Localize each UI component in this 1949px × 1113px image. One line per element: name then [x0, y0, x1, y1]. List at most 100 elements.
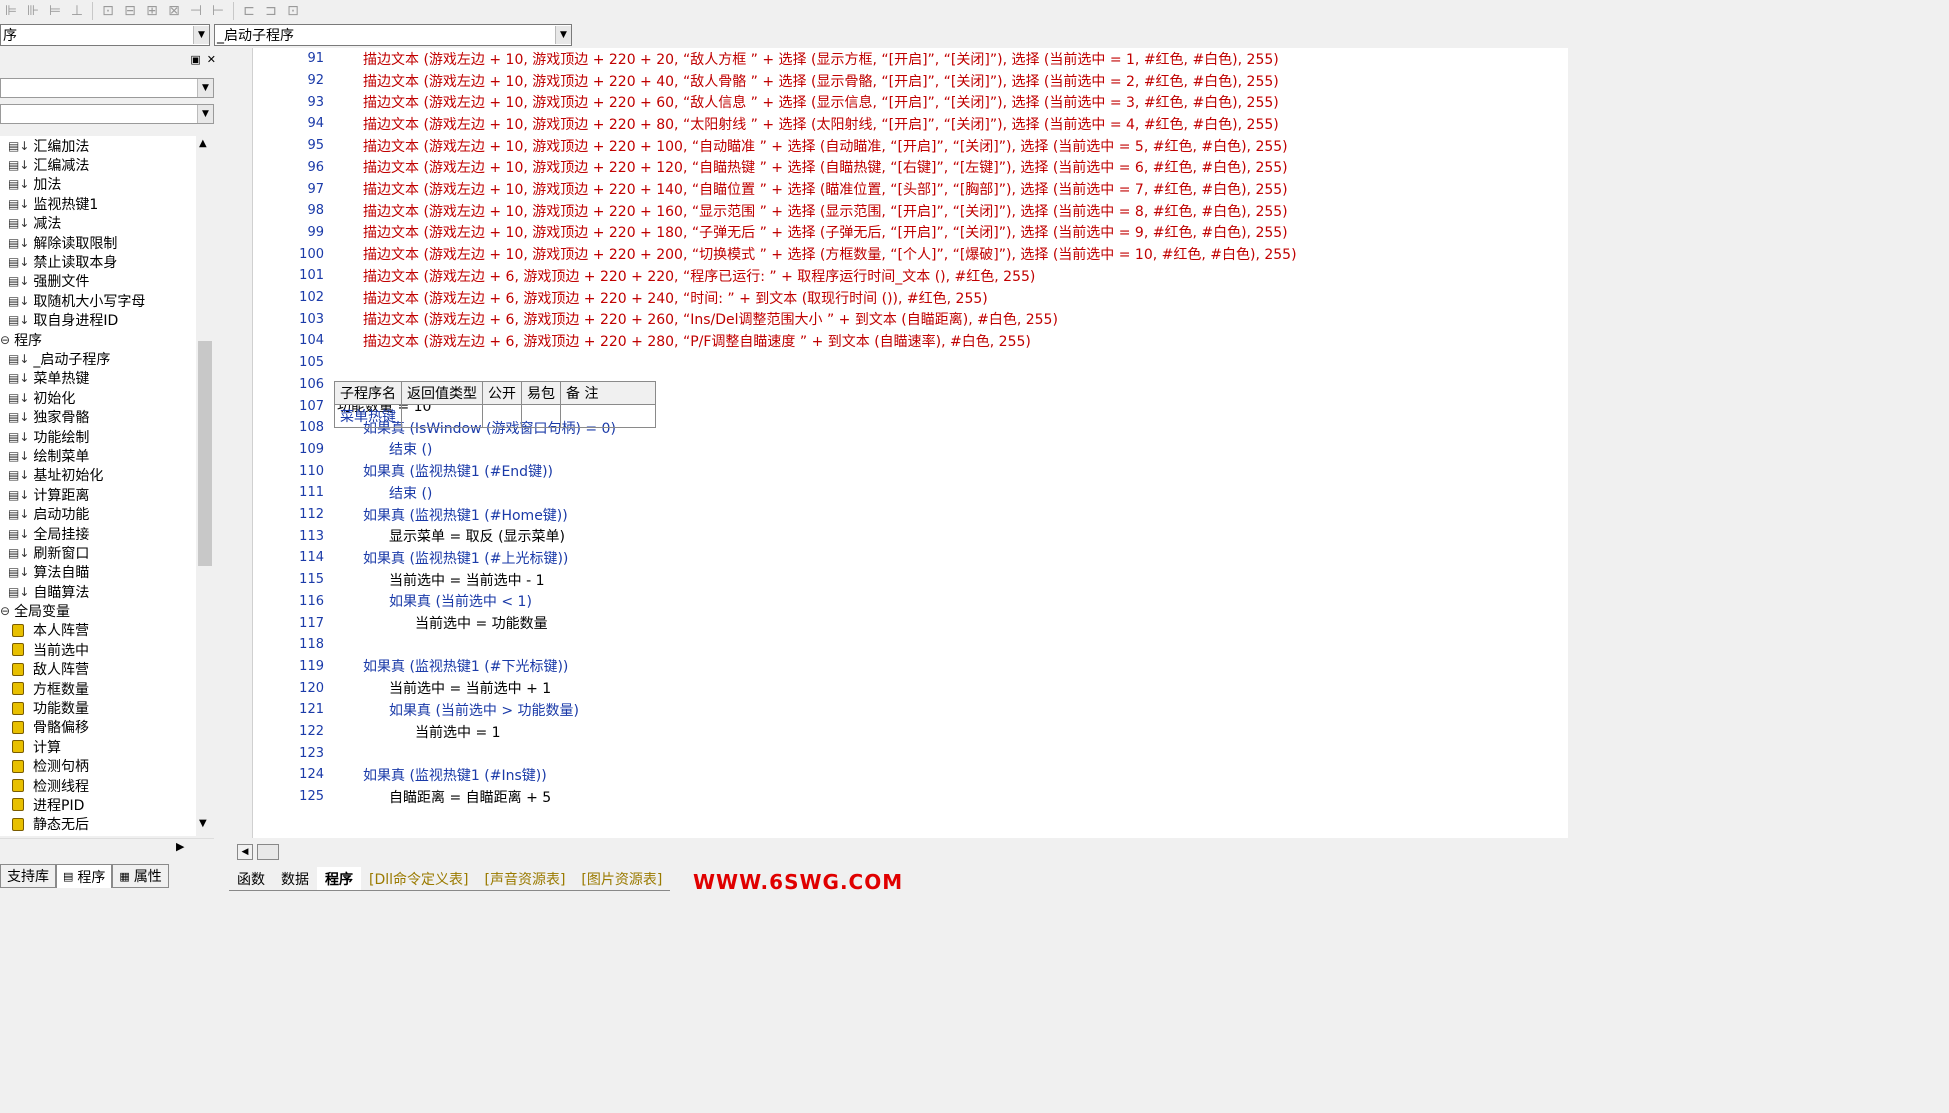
- collapse-icon[interactable]: ⊖: [0, 333, 10, 347]
- tree-item[interactable]: 检测线程: [0, 776, 196, 795]
- chevron-down-icon[interactable]: ▼: [197, 79, 213, 97]
- tree-item[interactable]: ⊖ 程序: [0, 330, 196, 349]
- code-line[interactable]: 100 描边文本 (游戏左边 + 10, 游戏顶边 + 220 + 200, “切…: [253, 243, 1568, 265]
- return-type-cell[interactable]: [401, 404, 483, 428]
- tree-item[interactable]: ▤↓ 启动功能: [0, 504, 196, 523]
- code-line[interactable]: 93 描边文本 (游戏左边 + 10, 游戏顶边 + 220 + 60, “敌人信…: [253, 91, 1568, 113]
- code-line[interactable]: 94 描边文本 (游戏左边 + 10, 游戏顶边 + 220 + 80, “太阳射…: [253, 113, 1568, 135]
- tree-item[interactable]: ▤↓ 解除读取限制: [0, 233, 196, 252]
- tree-item[interactable]: ▤↓ 强删文件: [0, 272, 196, 291]
- chevron-left-icon[interactable]: ◀: [237, 844, 253, 860]
- subroutine-combo[interactable]: _启动子程序 ▼: [214, 24, 572, 46]
- tab-sound-table[interactable]: [声音资源表]: [476, 867, 574, 891]
- align-center-icon[interactable]: ⊪: [22, 1, 44, 21]
- code-line[interactable]: 125 自瞄距离 = 自瞄距离 + 5: [253, 786, 1568, 808]
- tab-program[interactable]: ▤ 程序: [56, 864, 113, 888]
- tree-item[interactable]: ▤↓ 绘制菜单: [0, 446, 196, 465]
- close-icon[interactable]: ✕: [207, 53, 216, 66]
- editor-horizontal-scrollbar[interactable]: ◀: [229, 842, 1568, 862]
- chevron-down-icon[interactable]: ▼: [199, 818, 207, 829]
- public-cell[interactable]: [482, 404, 522, 428]
- size-height-icon[interactable]: ⊟: [119, 1, 141, 21]
- scrollbar-thumb[interactable]: [257, 844, 279, 860]
- code-line[interactable]: 109 结束 (): [253, 439, 1568, 461]
- tree-item[interactable]: 计算: [0, 737, 196, 756]
- tree-item[interactable]: ▤↓ 菜单热键: [0, 369, 196, 388]
- center-v-icon[interactable]: ⊠: [163, 1, 185, 21]
- scrollbar-thumb[interactable]: [198, 341, 212, 566]
- code-line[interactable]: 98 描边文本 (游戏左边 + 10, 游戏顶边 + 220 + 160, “显示…: [253, 200, 1568, 222]
- code-line[interactable]: 121 如果真 (当前选中 > 功能数量): [253, 699, 1568, 721]
- tree-item[interactable]: ▤↓ 基址初始化: [0, 466, 196, 485]
- tree-item[interactable]: 骨骼偏移: [0, 718, 196, 737]
- code-line[interactable]: 122 当前选中 = 1: [253, 721, 1568, 743]
- fit-height-icon[interactable]: ⊐: [260, 1, 282, 21]
- code-line[interactable]: 103 描边文本 (游戏左边 + 6, 游戏顶边 + 220 + 260, “In…: [253, 308, 1568, 330]
- tree-item[interactable]: ▤↓ 监视热键1: [0, 194, 196, 213]
- align-bottom-icon[interactable]: ⊥: [66, 1, 88, 21]
- chevron-up-icon[interactable]: ▲: [199, 138, 207, 149]
- code-line[interactable]: 119 如果真 (监视热键1 (#下光标键)): [253, 656, 1568, 678]
- tree-vertical-scrollbar[interactable]: ▲ ▼: [196, 136, 214, 836]
- tree-item[interactable]: 本人阵营: [0, 621, 196, 640]
- code-line[interactable]: 123: [253, 742, 1568, 764]
- code-line[interactable]: 92 描边文本 (游戏左边 + 10, 游戏顶边 + 220 + 40, “敌人骨…: [253, 70, 1568, 92]
- tree-item[interactable]: ▤↓ _启动子程序: [0, 349, 196, 368]
- center-h-icon[interactable]: ⊞: [141, 1, 163, 21]
- tree-item[interactable]: ▤↓ 独家骨骼: [0, 407, 196, 426]
- chevron-down-icon[interactable]: ▼: [197, 105, 213, 123]
- tab-image-table[interactable]: [图片资源表]: [573, 867, 671, 891]
- code-line[interactable]: 115 当前选中 = 当前选中 - 1: [253, 569, 1568, 591]
- tree-item[interactable]: 功能数量: [0, 698, 196, 717]
- tab-program-code[interactable]: 程序: [317, 867, 361, 891]
- code-line[interactable]: 97 描边文本 (游戏左边 + 10, 游戏顶边 + 220 + 140, “自瞄…: [253, 178, 1568, 200]
- tree-item[interactable]: ▤↓ 减法: [0, 214, 196, 233]
- tree-item[interactable]: 检测句柄: [0, 757, 196, 776]
- pin-icon[interactable]: ▣: [190, 53, 200, 66]
- tree-item[interactable]: ▤↓ 全局挂接: [0, 524, 196, 543]
- code-line[interactable]: 96 描边文本 (游戏左边 + 10, 游戏顶边 + 220 + 120, “自瞄…: [253, 157, 1568, 179]
- tab-support-library[interactable]: 支持库: [0, 864, 56, 888]
- code-editor[interactable]: 91 描边文本 (游戏左边 + 10, 游戏顶边 + 220 + 20, “敌人方…: [229, 48, 1568, 838]
- tree-item[interactable]: ▤↓ 算法自瞄: [0, 563, 196, 582]
- panel-filter-combo-1[interactable]: ▼: [0, 78, 214, 98]
- easy-cell[interactable]: [521, 404, 561, 428]
- code-line[interactable]: 124 如果真 (监视热键1 (#Ins键)): [253, 764, 1568, 786]
- tree-item[interactable]: ⊖ 全局变量: [0, 601, 196, 620]
- tree-item[interactable]: ▤↓ 加法: [0, 175, 196, 194]
- tree-item[interactable]: ▤↓ 功能绘制: [0, 427, 196, 446]
- tree-item[interactable]: ▤↓ 汇编减法: [0, 155, 196, 174]
- align-left-icon[interactable]: ⊫: [0, 1, 22, 21]
- note-cell[interactable]: [560, 404, 656, 428]
- code-line[interactable]: 104 描边文本 (游戏左边 + 6, 游戏顶边 + 220 + 280, “P/…: [253, 330, 1568, 352]
- space-v-icon[interactable]: ⊢: [207, 1, 229, 21]
- tree-item[interactable]: ▤↓ 初始化: [0, 388, 196, 407]
- fit-both-icon[interactable]: ⊡: [282, 1, 304, 21]
- tree-item[interactable]: ▤↓ 计算距离: [0, 485, 196, 504]
- tree-item[interactable]: ▤↓ 自瞄算法: [0, 582, 196, 601]
- size-width-icon[interactable]: ⊡: [97, 1, 119, 21]
- code-line[interactable]: 111 结束 (): [253, 482, 1568, 504]
- subroutine-name-cell[interactable]: 菜单热键: [334, 404, 402, 428]
- chevron-down-icon[interactable]: ▼: [193, 26, 209, 44]
- tree-item[interactable]: ▤↓ 取自身进程ID: [0, 311, 196, 330]
- space-h-icon[interactable]: ⊣: [185, 1, 207, 21]
- code-line[interactable]: 91 描边文本 (游戏左边 + 10, 游戏顶边 + 220 + 20, “敌人方…: [253, 48, 1568, 70]
- tree-item[interactable]: 静态无后: [0, 815, 196, 834]
- code-line[interactable]: 118: [253, 634, 1568, 656]
- code-line[interactable]: 110 如果真 (监视热键1 (#End键)): [253, 460, 1568, 482]
- tab-dll-table[interactable]: [Dll命令定义表]: [361, 867, 477, 891]
- code-line[interactable]: 116 如果真 (当前选中 < 1): [253, 591, 1568, 613]
- code-line[interactable]: 99 描边文本 (游戏左边 + 10, 游戏顶边 + 220 + 180, “子弹…: [253, 222, 1568, 244]
- code-line[interactable]: 117 当前选中 = 功能数量: [253, 612, 1568, 634]
- tree-item[interactable]: ▤↓ 刷新窗口: [0, 543, 196, 562]
- fit-width-icon[interactable]: ⊏: [238, 1, 260, 21]
- code-line[interactable]: 113 显示菜单 = 取反 (显示菜单): [253, 525, 1568, 547]
- code-line[interactable]: 95 描边文本 (游戏左边 + 10, 游戏顶边 + 220 + 100, “自动…: [253, 135, 1568, 157]
- tab-properties[interactable]: ▦ 属性: [112, 864, 169, 888]
- tree-item[interactable]: 方框数量: [0, 679, 196, 698]
- collapse-icon[interactable]: ⊖: [0, 604, 10, 618]
- tree-item[interactable]: ▤↓ 汇编加法: [0, 136, 196, 155]
- tab-functions[interactable]: 函数: [229, 867, 273, 891]
- code-line[interactable]: 102 描边文本 (游戏左边 + 6, 游戏顶边 + 220 + 240, “时间…: [253, 287, 1568, 309]
